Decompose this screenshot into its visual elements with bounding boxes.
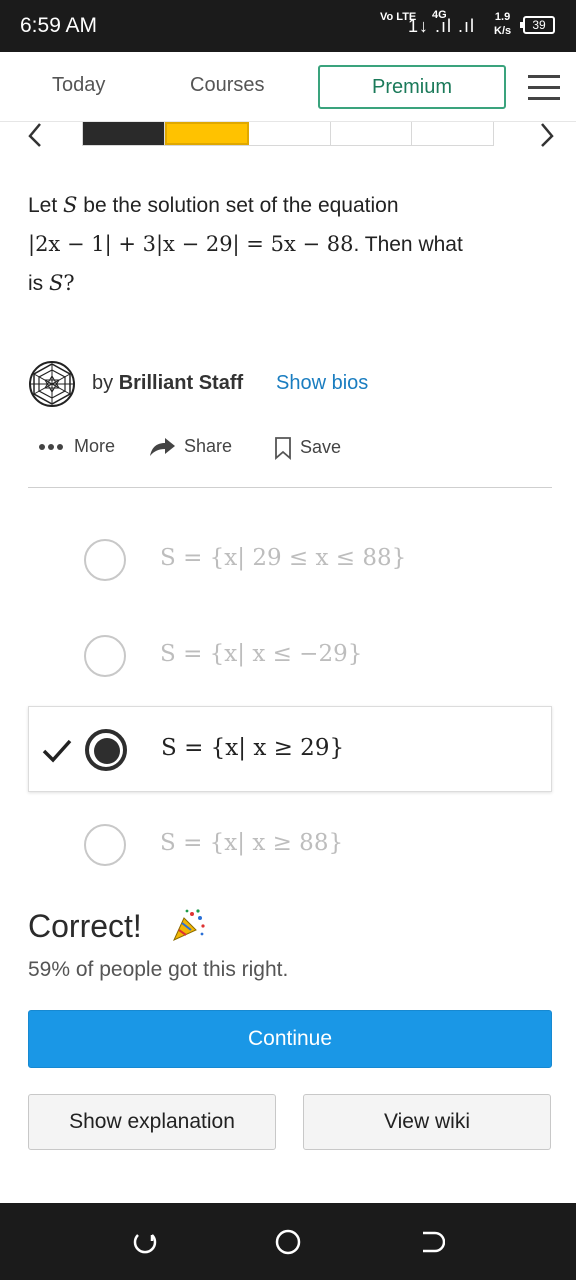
progress-segment-current [164,122,250,145]
network-speed: 1.9 K/s [494,10,511,38]
geodesic-sphere-icon [29,361,75,407]
answer-option-text: S = {x| 29 ≤ x ≤ 88} [160,545,407,571]
more-button[interactable]: More [38,436,115,457]
show-bios-link[interactable]: Show bios [276,372,368,395]
radio-button[interactable] [84,539,126,581]
answer-option-text: S = {x| x ≥ 29} [161,735,345,761]
answer-option-text: S = {x| x ≥ 88} [160,830,344,856]
more-label: More [74,436,116,456]
answer-option[interactable]: S = {x| x ≥ 88} [28,802,552,888]
party-popper-icon [172,909,205,942]
question-text-1: be the solution set of the equation [83,194,399,217]
status-time: 6:59 AM [20,14,98,37]
checkmark-icon [42,739,72,763]
radio-button-selected[interactable] [85,729,127,771]
progress-segment [330,122,413,145]
chevron-left-icon[interactable] [26,122,46,148]
back-nav-icon[interactable] [130,1227,160,1257]
view-wiki-button[interactable]: View wiki [303,1094,551,1150]
result-stat: 59% of people got this right. [28,958,289,981]
top-nav: Today Courses Premium [0,52,576,122]
home-nav-icon[interactable] [273,1227,303,1257]
progress-segment [249,122,331,145]
question-equation: |2x − 1| + 3|x − 29| = 5x − 88 [28,232,354,256]
share-label: Share [184,436,233,456]
network-type: 4G [432,9,447,21]
radio-button[interactable] [84,824,126,866]
status-bar: 6:59 AM Vo LTE 1↓ .ıl .ıl 4G 1.9 K/s 39 [0,0,576,52]
question-text-3: is [28,272,44,295]
author-name[interactable]: Brilliant Staff [119,372,243,394]
chevron-right-icon[interactable] [536,122,556,148]
question-text-2: . Then what [353,233,463,256]
answer-option[interactable]: S = {x| x ≤ −29} [28,613,552,699]
share-button[interactable]: Share [148,436,232,458]
progress-bar [82,122,494,146]
share-arrow-icon [150,438,175,457]
premium-button[interactable]: Premium [318,65,506,109]
action-row: More Share Save [28,430,548,466]
dots-icon [39,444,63,451]
answer-option-text: S = {x| x ≤ −29} [160,641,363,667]
save-label: Save [300,436,342,457]
question-text: Let S be the solution set of the equatio… [28,186,548,303]
tab-today[interactable]: Today [52,74,105,97]
question-mark: ? [63,271,75,295]
system-nav-bar [0,1203,576,1280]
show-explanation-button[interactable]: Show explanation [28,1094,276,1150]
speed-value: 1.9 [494,11,511,23]
battery-icon: 39 [520,16,555,34]
progress-row [0,122,576,152]
radio-button[interactable] [84,635,126,677]
hamburger-icon[interactable] [528,75,560,101]
question-var: S [63,193,78,217]
answer-option[interactable]: S = {x| 29 ≤ x ≤ 88} [28,517,552,603]
progress-segment [412,122,493,145]
continue-button[interactable]: Continue [28,1010,552,1068]
result-title: Correct! [28,908,142,944]
question-prefix: Let [28,194,58,217]
question-var-2: S [49,271,64,295]
save-button[interactable]: Save [274,436,341,460]
progress-segment-done [83,122,165,145]
divider [28,487,552,488]
answer-option-selected[interactable]: S = {x| x ≥ 29} [28,706,552,792]
recent-apps-icon[interactable] [415,1227,445,1257]
author-row: by Brilliant Staff Show bios [28,358,548,410]
by-prefix: by [92,372,114,394]
tab-courses[interactable]: Courses [190,74,264,97]
signal-indicators: Vo LTE 1↓ .ıl .ıl 4G [380,8,500,44]
author-byline: by Brilliant Staff [92,372,243,395]
bookmark-icon [275,437,291,460]
speed-unit: K/s [494,25,512,37]
